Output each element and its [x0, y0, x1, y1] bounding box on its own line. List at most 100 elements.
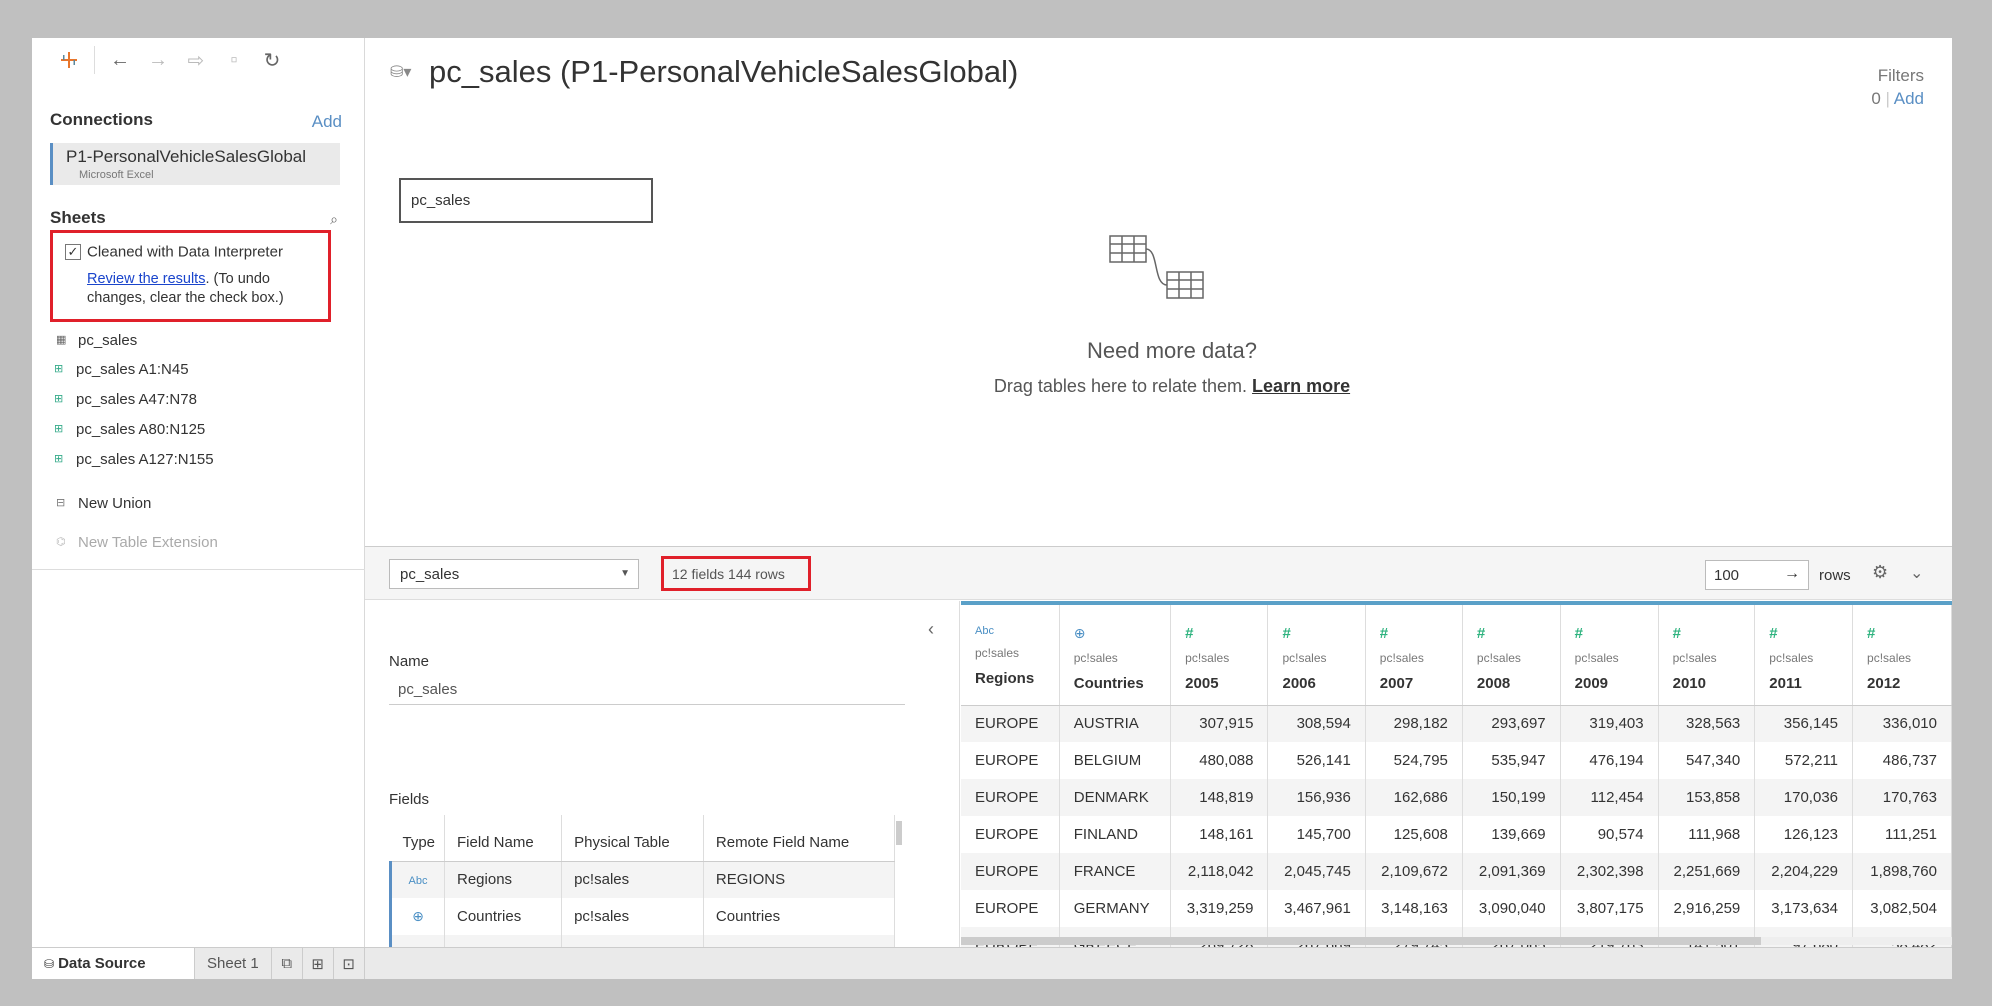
sheet-item-range[interactable]: ⊞ pc_sales A127:N155 — [54, 447, 214, 471]
rows-input[interactable]: 100 → — [1705, 560, 1809, 590]
collapse-icon[interactable]: ‹ — [928, 619, 934, 640]
learn-more-link[interactable]: Learn more — [1252, 376, 1350, 396]
save-icon[interactable]: ▫ — [215, 45, 253, 75]
column-name: Countries — [1073, 675, 1144, 692]
column-header[interactable]: Type — [390, 815, 445, 862]
grid-cell: 2,302,398 — [1560, 853, 1659, 890]
name-input[interactable]: pc_sales — [389, 675, 905, 705]
grid-cell: 148,819 — [1170, 779, 1269, 816]
new-union-item[interactable]: ⊟ New Union — [56, 491, 151, 515]
table-select[interactable]: pc_sales ▼ — [389, 559, 639, 589]
grid-cell: EUROPE — [961, 816, 1060, 853]
table-row[interactable]: EUROPE DENMARK 148,819 156,936 162,686 150,19… — [961, 779, 1952, 816]
table-row[interactable]: EUROPE BELGIUM 480,088 526,141 524,795 535,94… — [961, 742, 1952, 779]
column-source: pc!sales — [1185, 651, 1230, 665]
forward-icon[interactable]: → — [139, 45, 177, 75]
column-source: pc!sales — [975, 646, 1020, 660]
grid-column-header[interactable]: # pc!sales 2005 — [1170, 601, 1269, 706]
tab-data-source[interactable]: ⛁ Data Source — [32, 947, 195, 979]
sheet-item-pc-sales[interactable]: ▦ pc_sales — [56, 328, 137, 352]
geo-type-icon[interactable]: ⊕ — [412, 908, 424, 924]
table-row[interactable]: ⊕ Countries pc!sales Countries — [389, 898, 896, 935]
string-type-icon[interactable]: Abc — [409, 875, 428, 887]
grid-cell: 524,795 — [1365, 742, 1463, 779]
grid-column-header[interactable]: Abc pc!sales Regions — [961, 601, 1060, 706]
search-sheets-icon[interactable]: ⌕ — [330, 211, 338, 228]
redo-dropdown-icon[interactable]: ⇨ — [177, 45, 215, 75]
table-icon: ▦ — [56, 334, 67, 346]
number-type-icon[interactable]: # — [1282, 625, 1364, 642]
fields-scrollbar[interactable] — [896, 821, 902, 845]
grid-column-header[interactable]: # pc!sales 2010 — [1658, 601, 1756, 706]
table-row[interactable]: Abc Regions pc!sales REGIONS — [389, 861, 896, 898]
sheet-label: pc_sales A1:N45 — [76, 360, 189, 378]
grid-column-header[interactable]: # pc!sales 2007 — [1365, 601, 1463, 706]
remote-field-name: Countries — [703, 898, 896, 935]
rows-label: rows — [1819, 567, 1851, 584]
new-dashboard-icon[interactable]: ⊞ — [303, 947, 334, 979]
grid-cell: 535,947 — [1462, 742, 1561, 779]
review-results-link[interactable]: Review the results — [87, 271, 205, 287]
table-row[interactable]: EUROPE FRANCE 2,118,042 2,045,745 2,109,672 2… — [961, 853, 1952, 890]
geo-type-icon[interactable]: ⊕ — [1074, 625, 1170, 642]
data-grid: Abc pc!sales Regions ⊕ pc!sales Countries # pc!… — [961, 601, 1952, 947]
refresh-icon[interactable]: ↻ — [253, 45, 291, 75]
column-header[interactable]: Field Name — [444, 815, 563, 862]
add-connection-link[interactable]: Add — [312, 112, 342, 132]
column-header[interactable]: Physical Table — [561, 815, 704, 862]
number-type-icon[interactable]: # — [1867, 625, 1951, 642]
tab-sheet-1[interactable]: Sheet 1 — [195, 947, 272, 979]
new-table-extension-item[interactable]: ⌬ New Table Extension — [56, 530, 218, 554]
back-icon[interactable]: ← — [101, 45, 139, 75]
grid-column-header[interactable]: # pc!sales 2006 — [1267, 601, 1366, 706]
gear-icon[interactable]: ⚙ — [1872, 562, 1888, 583]
add-filter-link[interactable]: Add — [1894, 89, 1924, 108]
chevron-down-icon[interactable]: ⌄ — [1910, 563, 1923, 583]
number-type-icon[interactable]: # — [1769, 625, 1852, 642]
number-type-icon[interactable]: # — [1673, 625, 1755, 642]
interpreter-checkbox[interactable]: ✓ — [65, 243, 81, 260]
table-card[interactable]: pc_sales — [399, 178, 653, 223]
grid-scrollbar[interactable] — [961, 937, 1952, 945]
name-label: Name — [389, 653, 430, 670]
grid-cell: 2,916,259 — [1658, 890, 1756, 927]
number-type-icon[interactable]: # — [1185, 625, 1267, 642]
toolbar-divider — [94, 46, 95, 74]
grid-cell: 125,608 — [1365, 816, 1463, 853]
new-worksheet-icon[interactable]: ⧉ — [272, 947, 303, 979]
grid-scrollbar-thumb[interactable] — [961, 937, 1761, 945]
grid-cell: 298,182 — [1365, 705, 1463, 742]
sheet-item-range[interactable]: ⊞ pc_sales A47:N78 — [54, 387, 197, 411]
column-header[interactable]: Remote Field Name — [703, 815, 896, 862]
new-story-icon[interactable]: ⊡ — [334, 947, 365, 979]
table-row[interactable]: EUROPE GERMANY 3,319,259 3,467,961 3,148,163… — [961, 890, 1952, 927]
grid-cell: 1,898,760 — [1852, 853, 1952, 890]
number-type-icon[interactable]: # — [1575, 625, 1658, 642]
grid-column-header[interactable]: ⊕ pc!sales Countries — [1059, 601, 1172, 706]
grid-cell: DENMARK — [1059, 779, 1172, 816]
grid-cell: EUROPE — [961, 779, 1060, 816]
sheet-item-range[interactable]: ⊞ pc_sales A80:N125 — [54, 417, 205, 441]
string-type-icon[interactable]: Abc — [975, 625, 1059, 637]
grid-cell: 2,045,745 — [1267, 853, 1366, 890]
connection-item[interactable]: P1-PersonalVehicleSalesGlobal Microsoft … — [50, 143, 340, 185]
grid-column-header[interactable]: # pc!sales 2009 — [1560, 601, 1659, 706]
grid-column-header[interactable]: # pc!sales 2011 — [1754, 601, 1854, 706]
sheet-item-range[interactable]: ⊞ pc_sales A1:N45 — [54, 357, 189, 381]
apply-rows-icon[interactable]: → — [1784, 565, 1800, 583]
grid-column-header[interactable]: # pc!sales 2008 — [1462, 601, 1561, 706]
grid-cell: BELGIUM — [1059, 742, 1172, 779]
grid-column-header[interactable]: # pc!sales 2012 — [1852, 601, 1952, 706]
filters-panel: Filters 0 | Add — [1871, 66, 1924, 108]
database-dropdown-icon[interactable]: ⛁▾ — [390, 62, 411, 82]
named-range-icon: ⊞ — [54, 423, 64, 435]
column-name: 2006 — [1282, 675, 1316, 692]
filters-count: 0 — [1871, 89, 1881, 108]
column-name: 2005 — [1185, 675, 1219, 692]
table-row[interactable]: EUROPE FINLAND 148,161 145,700 125,608 139,66… — [961, 816, 1952, 853]
number-type-icon[interactable]: # — [1380, 625, 1462, 642]
number-type-icon[interactable]: # — [1477, 625, 1560, 642]
tableau-logo-icon[interactable] — [50, 45, 88, 75]
table-row[interactable]: EUROPE AUSTRIA 307,915 308,594 298,182 293,69… — [961, 705, 1952, 742]
grid-cell: FINLAND — [1059, 816, 1172, 853]
